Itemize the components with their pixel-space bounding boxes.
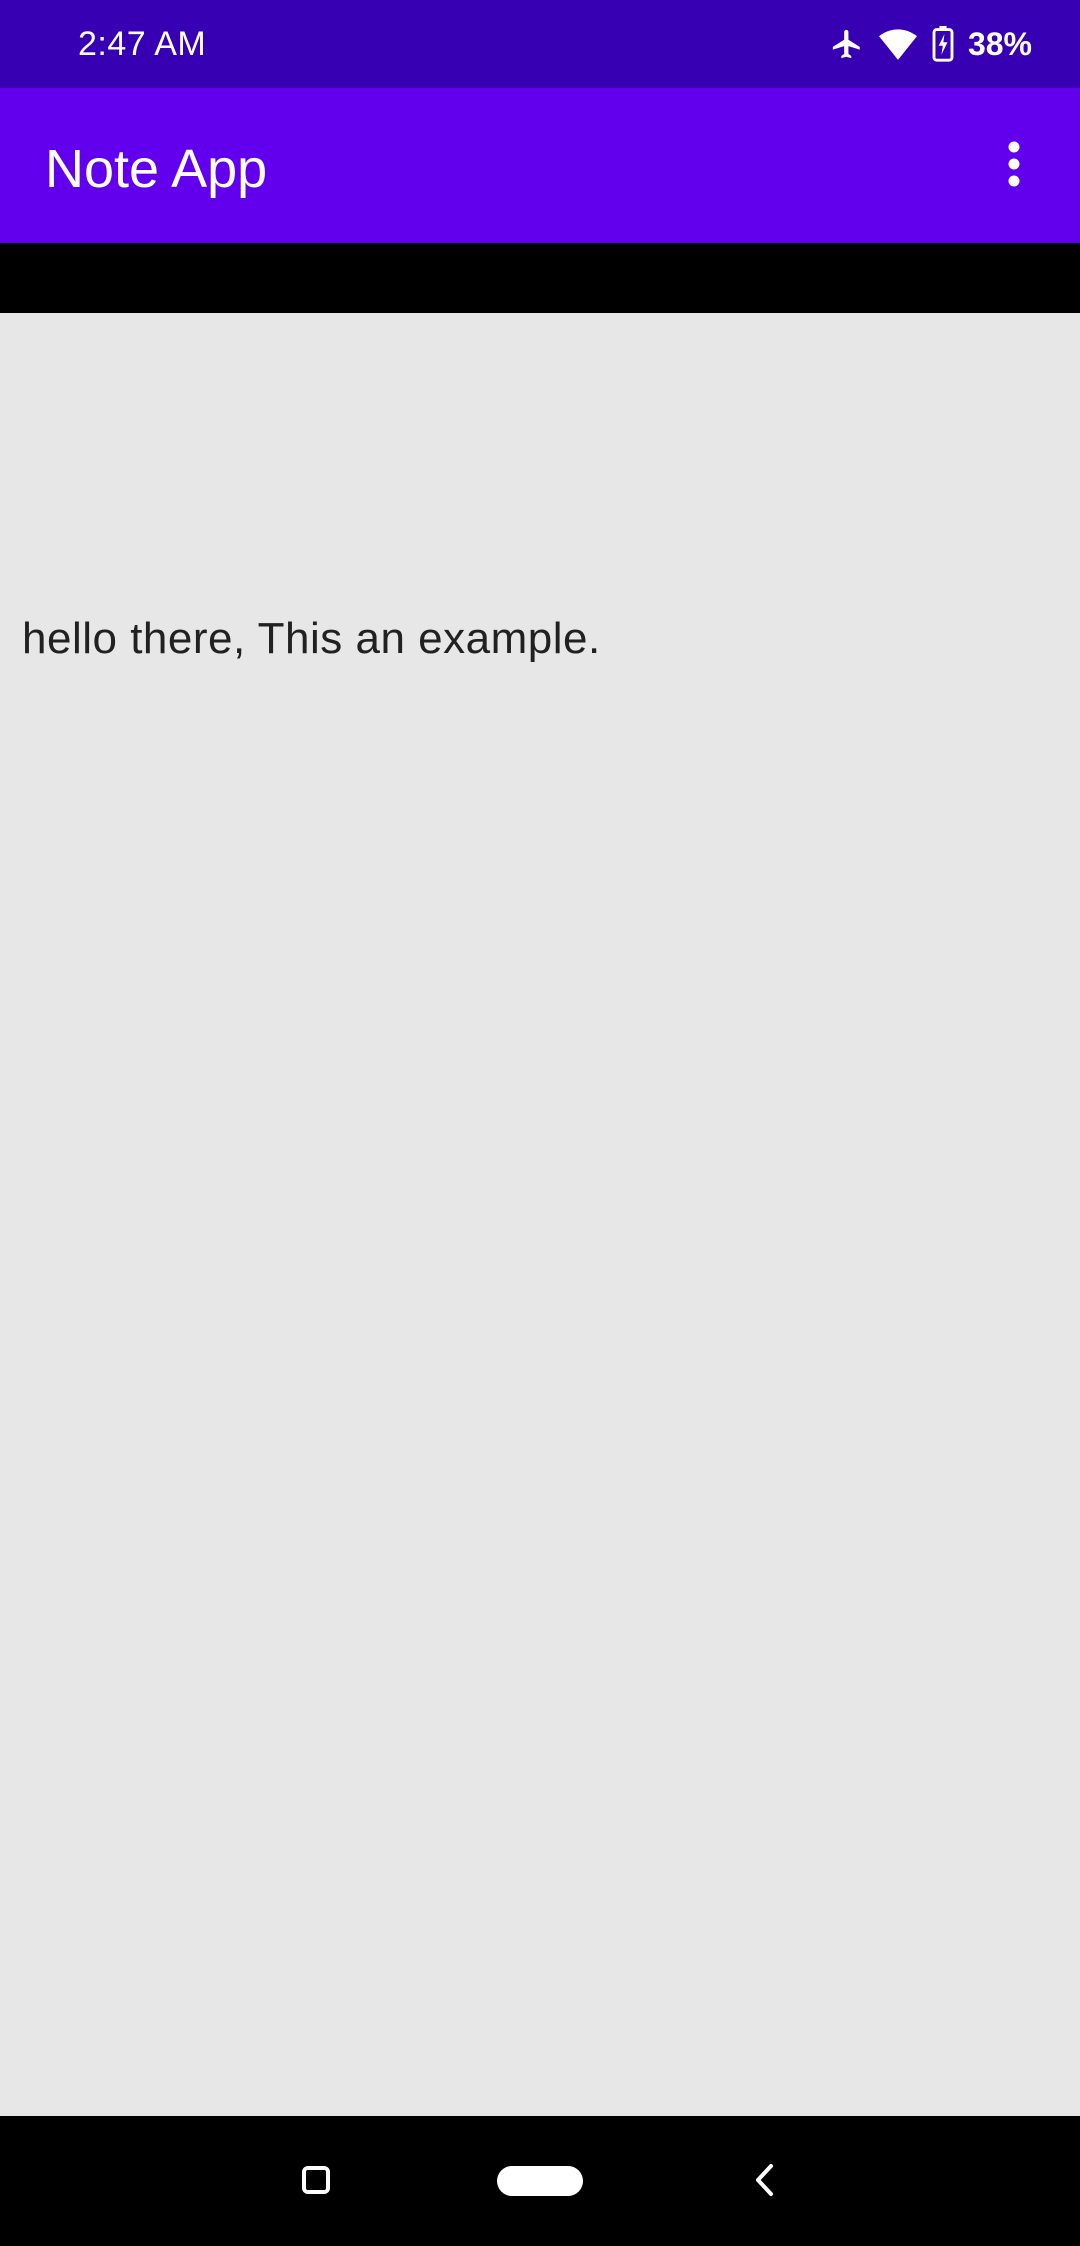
status-bar: 2:47 AM 38% xyxy=(0,0,1080,88)
navigation-bar xyxy=(0,2116,1080,2246)
note-text[interactable]: hello there, This an example. xyxy=(22,613,601,665)
recents-icon xyxy=(301,2165,331,2200)
back-button[interactable] xyxy=(744,2160,784,2204)
wifi-icon xyxy=(878,27,918,61)
more-vert-icon xyxy=(1007,141,1021,192)
app-title: Note App xyxy=(45,139,268,199)
recents-button[interactable] xyxy=(296,2162,336,2202)
home-button[interactable] xyxy=(497,2166,583,2196)
screen: 2:47 AM 38% Note App hello there, This a… xyxy=(0,0,1080,2246)
battery-percentage: 38% xyxy=(967,26,1032,62)
status-time: 2:47 AM xyxy=(78,25,207,63)
black-strip xyxy=(0,243,1080,313)
battery-charging-icon xyxy=(932,26,954,62)
note-content: hello there, This an example. xyxy=(0,313,1080,2116)
airplane-mode-icon xyxy=(830,26,864,62)
back-icon xyxy=(753,2163,775,2202)
overflow-menu-button[interactable] xyxy=(972,124,1056,208)
status-icons: 38% xyxy=(830,22,1032,66)
app-bar: Note App xyxy=(0,88,1080,243)
